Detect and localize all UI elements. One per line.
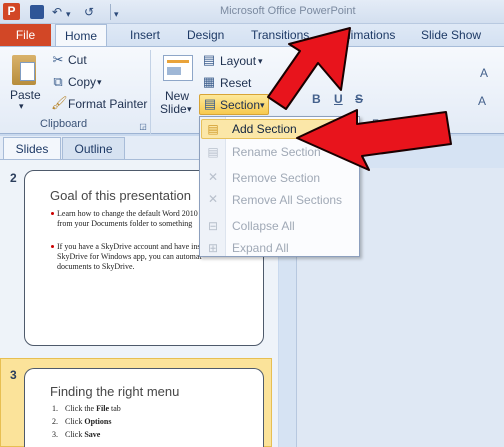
- annotation-arrows: [267, 27, 452, 171]
- red-arrow-icon: [296, 109, 452, 171]
- red-arrow-icon: [267, 27, 351, 110]
